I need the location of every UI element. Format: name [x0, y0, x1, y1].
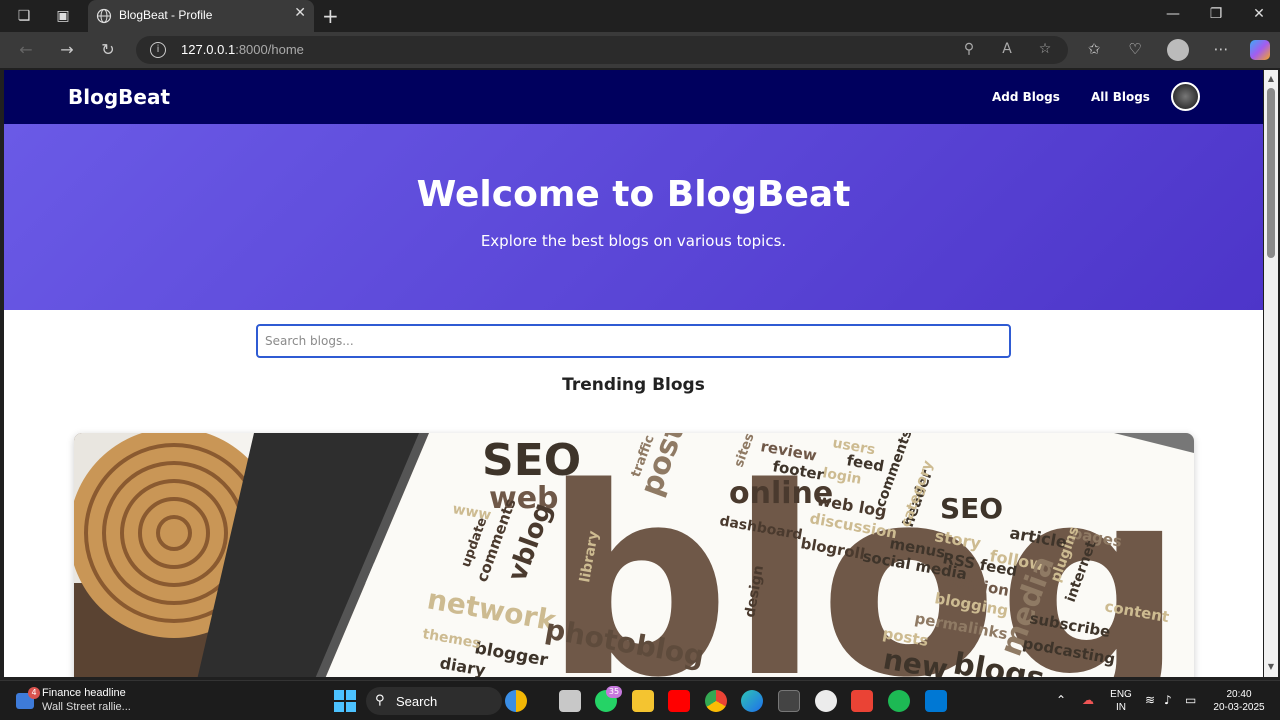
battery-icon[interactable]: ▭: [1185, 693, 1196, 707]
zoom-icon[interactable]: ⚲: [960, 41, 978, 59]
onedrive-icon[interactable]: ☁: [1082, 693, 1094, 707]
copilot-icon[interactable]: [1250, 40, 1270, 60]
clock-date[interactable]: 20-03-2025: [1206, 702, 1272, 713]
search-icon: ⚲: [375, 693, 385, 708]
address-bar[interactable]: i 127.0.0.1:8000/home ⚲ A ☆: [136, 36, 1068, 64]
news-widget[interactable]: 4 Finance headline Wall Street rallie...: [14, 687, 144, 715]
vscode-icon[interactable]: [925, 690, 947, 712]
nav-all-blogs[interactable]: All Blogs: [1091, 90, 1150, 104]
spotify-icon[interactable]: [888, 690, 910, 712]
more-menu-icon[interactable]: ⋯: [1211, 40, 1231, 60]
maximize-button[interactable]: ❐: [1204, 6, 1228, 22]
favorites-icon[interactable]: ✩: [1084, 40, 1104, 60]
whatsapp-badge: 35: [606, 686, 622, 698]
language-secondary[interactable]: IN: [1108, 702, 1134, 713]
svg-text:SEO: SEO: [940, 492, 1003, 525]
page-scrollbar[interactable]: ▲ ▼: [1264, 70, 1278, 677]
tray-overflow-icon[interactable]: ⌃: [1056, 693, 1066, 707]
minimize-button[interactable]: —: [1161, 6, 1185, 22]
task-view-icon[interactable]: [559, 690, 581, 712]
forward-button[interactable]: →: [57, 40, 77, 60]
globe-icon: [96, 8, 112, 24]
chatgpt-icon[interactable]: [815, 690, 837, 712]
workspaces-icon[interactable]: ❏: [14, 6, 34, 26]
language-primary[interactable]: ENG: [1108, 689, 1134, 700]
wifi-icon[interactable]: ≋: [1145, 693, 1155, 707]
terminal-icon[interactable]: [778, 690, 800, 712]
taskbar-search[interactable]: ⚲ Search: [366, 687, 502, 715]
profile-icon[interactable]: [1167, 39, 1189, 61]
volume-icon[interactable]: ♪: [1164, 693, 1172, 707]
gmail-icon[interactable]: [851, 690, 873, 712]
chrome-icon[interactable]: [705, 690, 727, 712]
windows-taskbar: 4 Finance headline Wall Street rallie...…: [0, 680, 1280, 720]
page-viewport: BlogBeat Add Blogs All Blogs Welcome to …: [4, 70, 1263, 677]
scroll-up-arrow[interactable]: ▲: [1266, 74, 1276, 84]
taskbar-search-label: Search: [396, 694, 438, 709]
tab-title: BlogBeat - Profile: [119, 8, 213, 22]
new-tab-button[interactable]: +: [322, 4, 339, 28]
file-explorer-icon[interactable]: [632, 690, 654, 712]
news-title: Finance headline: [42, 687, 126, 699]
site-info-icon[interactable]: i: [150, 42, 166, 58]
address-toolbar: ← → ↻ i 127.0.0.1:8000/home ⚲ A ☆ ✩ ♡ ⋯: [0, 32, 1280, 68]
widgets-app-icon[interactable]: [505, 690, 527, 712]
close-window-button[interactable]: ✕: [1247, 6, 1271, 22]
blog-search-input[interactable]: [256, 324, 1011, 358]
hero-subtitle: Explore the best blogs on various topics…: [480, 232, 787, 250]
browser-tab-bar: ❏ ▣ BlogBeat - Profile ✕ + — ❐ ✕: [0, 0, 1280, 32]
back-button[interactable]: ←: [16, 40, 36, 60]
browser-essentials-icon[interactable]: ♡: [1125, 40, 1145, 60]
hero-banner: Welcome to BlogBeat Explore the best blo…: [4, 124, 1263, 310]
nav-add-blogs[interactable]: Add Blogs: [992, 90, 1060, 104]
windows-start-icon[interactable]: [334, 690, 356, 712]
hero-title: Welcome to BlogBeat: [416, 174, 851, 215]
trending-blog-card[interactable]: blog SEO web vblog update comments netwo…: [74, 433, 1194, 677]
refresh-button[interactable]: ↻: [98, 40, 118, 60]
user-avatar[interactable]: [1171, 82, 1200, 111]
scroll-down-arrow[interactable]: ▼: [1266, 662, 1276, 672]
blog-card-image: blog SEO web vblog update comments netwo…: [74, 433, 1194, 677]
section-title: Trending Blogs: [562, 375, 705, 395]
browser-tab-active[interactable]: BlogBeat - Profile ✕: [88, 0, 314, 32]
svg-text:SEO: SEO: [482, 435, 581, 486]
edge-icon[interactable]: [741, 690, 763, 712]
site-brand[interactable]: BlogBeat: [68, 85, 170, 109]
news-badge: 4: [28, 687, 40, 699]
url-text[interactable]: 127.0.0.1:8000/home: [181, 42, 304, 57]
read-aloud-icon[interactable]: A: [998, 41, 1016, 59]
favorite-star-icon[interactable]: ☆: [1036, 41, 1054, 59]
news-subtitle: Wall Street rallie...: [42, 701, 131, 713]
site-navbar: BlogBeat Add Blogs All Blogs: [4, 70, 1263, 124]
youtube-icon[interactable]: [668, 690, 690, 712]
tab-close-icon[interactable]: ✕: [294, 5, 306, 21]
scroll-thumb[interactable]: [1267, 88, 1275, 258]
clock-time[interactable]: 20:40: [1206, 689, 1272, 700]
vertical-tabs-icon[interactable]: ▣: [53, 6, 73, 26]
